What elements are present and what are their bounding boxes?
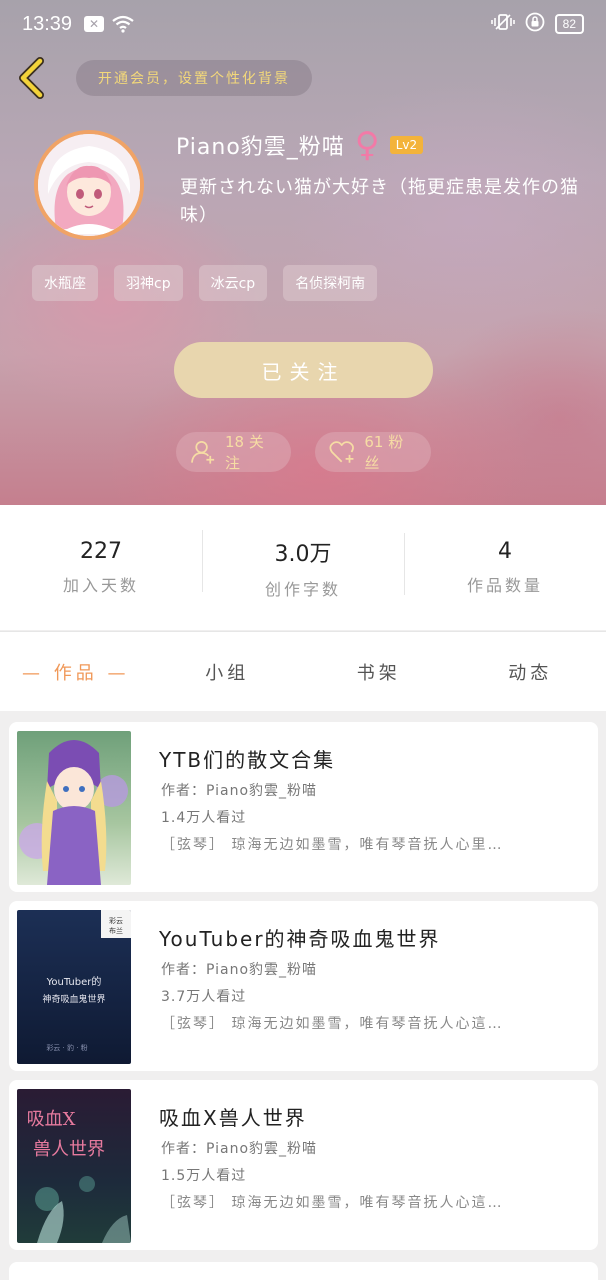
work-card[interactable]: 吸血X 兽人世界 吸血X兽人世界 作者：Piano豹雲_粉喵 1.5万人看过 ［…: [9, 1080, 598, 1250]
following-count: 18 关注: [225, 433, 264, 472]
notification-icon: ✕: [84, 16, 105, 32]
female-gender-icon: ♀: [354, 125, 380, 165]
wifi-icon: [112, 15, 134, 33]
profile-tabs: — 作品 — 小组 书架 动态: [0, 631, 606, 711]
tag-item[interactable]: 羽神cp: [114, 265, 183, 301]
tag-item[interactable]: 水瓶座: [32, 265, 98, 301]
svg-text:布兰: 布兰: [109, 926, 123, 935]
work-views: 1.5万人看过: [161, 1168, 247, 1184]
lock-rotation-icon: [525, 12, 545, 36]
svg-text:吸血X: 吸血X: [27, 1109, 76, 1130]
svg-text:彩云 · 豹 · 粉: 彩云 · 豹 · 粉: [46, 1043, 87, 1052]
tab-bookshelf[interactable]: 书架: [303, 659, 455, 685]
work-views: 1.4万人看过: [161, 810, 247, 826]
following-button[interactable]: 18 关注: [176, 432, 291, 472]
work-title: YTB们的散文合集: [159, 748, 336, 772]
fans-count: 61 粉丝: [364, 433, 404, 472]
work-cover: 彩云 布兰 YouTuber的 神奇吸血鬼世界 彩云 · 豹 · 粉: [17, 910, 131, 1064]
svg-text:YouTuber的: YouTuber的: [46, 975, 102, 988]
svg-text:彩云: 彩云: [109, 916, 123, 925]
work-author: 作者：Piano豹雲_粉喵: [161, 783, 318, 799]
work-card[interactable]: 彩云 布兰 YouTuber的 神奇吸血鬼世界 彩云 · 豹 · 粉 YouTu…: [9, 901, 598, 1071]
work-excerpt: ［弦琴］ 琼海无边如墨雪，唯有琴音抚人心這…: [161, 1195, 504, 1211]
status-bar: 13:39 ✕ 82: [0, 0, 606, 48]
work-author: 作者：Piano豹雲_粉喵: [161, 962, 318, 978]
chevron-left-icon: [19, 57, 44, 99]
vip-background-prompt[interactable]: 开通会员，设置个性化背景: [76, 60, 312, 96]
stat-word-count: 3.0万 创作字数: [202, 529, 404, 600]
stat-join-days: 227 加入天数: [0, 539, 202, 596]
stat-value: 227: [80, 539, 122, 564]
stat-label: 加入天数: [62, 576, 139, 595]
work-title: 吸血X兽人世界: [159, 1106, 307, 1130]
work-views: 3.7万人看过: [161, 989, 247, 1005]
work-excerpt: ［弦琴］ 琼海无边如墨雪，唯有琴音抚人心這…: [161, 1016, 504, 1032]
work-card[interactable]: YTB们的散文合集 作者：Piano豹雲_粉喵 1.4万人看过 ［弦琴］ 琼海无…: [9, 722, 598, 892]
svg-text:兽人世界: 兽人世界: [33, 1139, 105, 1160]
avatar-image: [38, 134, 140, 236]
stat-works-count: 4 作品数量: [404, 533, 606, 596]
tab-groups[interactable]: 小组: [152, 659, 304, 685]
follow-button[interactable]: 已关注: [174, 342, 433, 398]
fans-button[interactable]: 61 粉丝: [315, 432, 431, 472]
tag-item[interactable]: 冰云cp: [198, 265, 268, 301]
vibrate-icon: [490, 13, 515, 35]
work-title: YouTuber的神奇吸血鬼世界: [159, 927, 441, 951]
level-badge: Lv2: [389, 136, 424, 154]
work-cover: [17, 731, 131, 885]
work-card-partial[interactable]: [9, 1262, 598, 1280]
work-excerpt: ［弦琴］ 琼海无边如墨雪，唯有琴音抚人心里…: [161, 837, 504, 853]
tab-activity[interactable]: 动态: [455, 659, 606, 685]
tab-works[interactable]: — 作品 —: [0, 659, 152, 685]
username-row: Piano豹雲_粉喵 ♀ Lv2: [176, 125, 424, 165]
work-author: 作者：Piano豹雲_粉喵: [161, 1141, 318, 1157]
stat-label: 创作字数: [264, 579, 341, 599]
profile-stats: 227 加入天数 3.0万 创作字数 4 作品数量: [0, 505, 606, 630]
profile-header: 13:39 ✕ 82 开通会员，设置个性化背景 Piano豹雲_粉喵 ♀ Lv2…: [0, 0, 606, 505]
add-user-icon: [191, 441, 215, 464]
work-cover: 吸血X 兽人世界: [17, 1089, 131, 1243]
stat-value: 4: [498, 539, 512, 564]
back-button[interactable]: [14, 56, 50, 100]
username: Piano豹雲_粉喵: [176, 135, 345, 160]
tag-item[interactable]: 名侦探柯南: [283, 265, 378, 301]
svg-text:神奇吸血鬼世界: 神奇吸血鬼世界: [42, 993, 105, 1005]
stat-label: 作品数量: [466, 576, 543, 595]
user-tags: 水瓶座 羽神cp 冰云cp 名侦探柯南: [32, 265, 378, 301]
stat-value: 3.0万: [274, 541, 332, 567]
heart-plus-icon: [329, 441, 354, 463]
status-time: 13:39: [22, 12, 73, 35]
battery-indicator: 82: [554, 14, 584, 34]
user-bio: 更新されない猫が大好き（拖更症患是发作の猫味）: [180, 177, 579, 226]
avatar[interactable]: [34, 130, 144, 240]
